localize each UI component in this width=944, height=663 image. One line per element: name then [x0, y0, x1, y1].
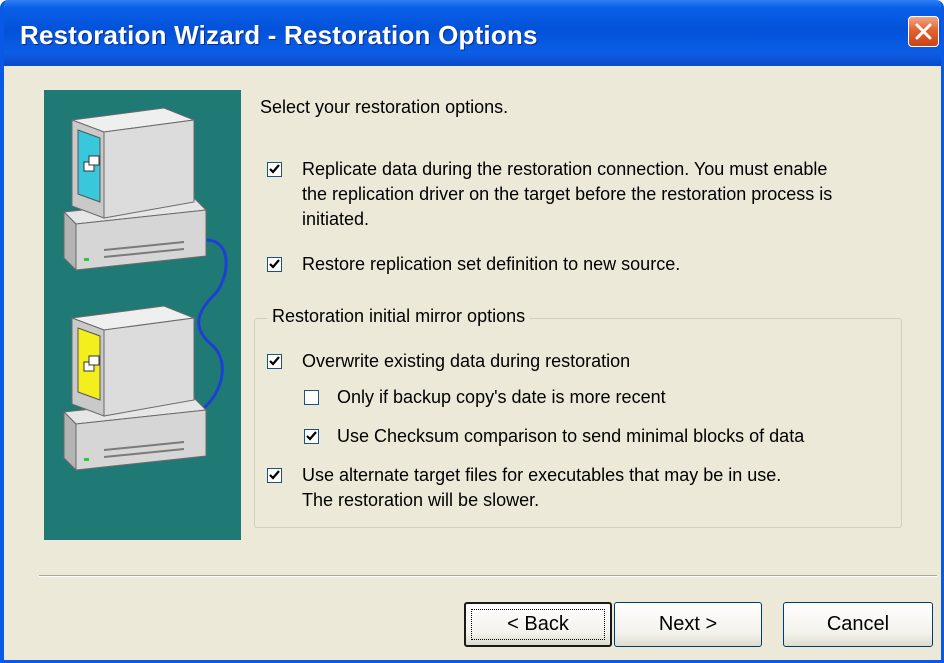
- checkmark-icon: [269, 356, 280, 366]
- checksum-label: Use Checksum comparison to send minimal …: [337, 426, 805, 446]
- cancel-button[interactable]: Cancel: [783, 602, 933, 647]
- next-button-label: Next >: [658, 613, 718, 635]
- back-button[interactable]: < Back: [464, 602, 612, 647]
- checkmark-icon: [306, 431, 317, 441]
- mirror-options-legend: Restoration initial mirror options: [267, 306, 531, 327]
- overwrite-label: Overwrite existing data during restorati…: [302, 351, 631, 371]
- checkmark-icon: [269, 470, 280, 480]
- restore-definition-checkbox[interactable]: [267, 257, 282, 272]
- option-checksum[interactable]: Use Checksum comparison to send minimal …: [299, 424, 899, 450]
- option-overwrite[interactable]: Overwrite existing data during restorati…: [262, 349, 882, 375]
- checkmark-icon: [269, 164, 280, 174]
- option-replicate[interactable]: Replicate data during the restoration co…: [262, 157, 941, 237]
- wizard-illustration-panel: [44, 90, 241, 540]
- next-button[interactable]: Next >: [614, 602, 762, 647]
- networked-computers-icon: [62, 107, 228, 472]
- restoration-wizard-window: Restoration Wizard - Restoration Options: [0, 0, 944, 663]
- cancel-button-label: Cancel: [826, 613, 890, 635]
- focus-rectangle: [471, 609, 605, 640]
- close-button[interactable]: [908, 16, 939, 47]
- option-alternate-files[interactable]: Use alternate target files for executabl…: [262, 463, 892, 515]
- close-x-icon: [915, 23, 932, 40]
- replicate-label-line3: initiated.: [302, 209, 370, 229]
- window-title: Restoration Wizard - Restoration Options: [20, 20, 538, 50]
- alternate-files-checkbox[interactable]: [267, 468, 282, 483]
- checkmark-icon: [269, 259, 280, 269]
- intro-text: Select your restoration options.: [260, 97, 509, 117]
- replicate-label-line1: Replicate data during the restoration co…: [302, 159, 828, 179]
- title-bar[interactable]: Restoration Wizard - Restoration Options: [4, 0, 941, 66]
- alternate-files-label-line1: Use alternate target files for executabl…: [302, 465, 782, 485]
- checksum-checkbox[interactable]: [304, 429, 319, 444]
- button-separator: [39, 575, 937, 577]
- replicate-checkbox[interactable]: [267, 162, 282, 177]
- option-restore-definition[interactable]: Restore replication set definition to ne…: [262, 252, 862, 278]
- replicate-label-line2: the replication driver on the target bef…: [302, 184, 833, 204]
- only-if-newer-checkbox[interactable]: [304, 390, 319, 405]
- restore-definition-label: Restore replication set definition to ne…: [302, 254, 681, 274]
- alternate-files-label-line2: The restoration will be slower.: [302, 490, 540, 510]
- option-only-if-newer[interactable]: Only if backup copy's date is more recen…: [299, 385, 859, 411]
- only-if-newer-label: Only if backup copy's date is more recen…: [337, 387, 666, 407]
- overwrite-checkbox[interactable]: [267, 354, 282, 369]
